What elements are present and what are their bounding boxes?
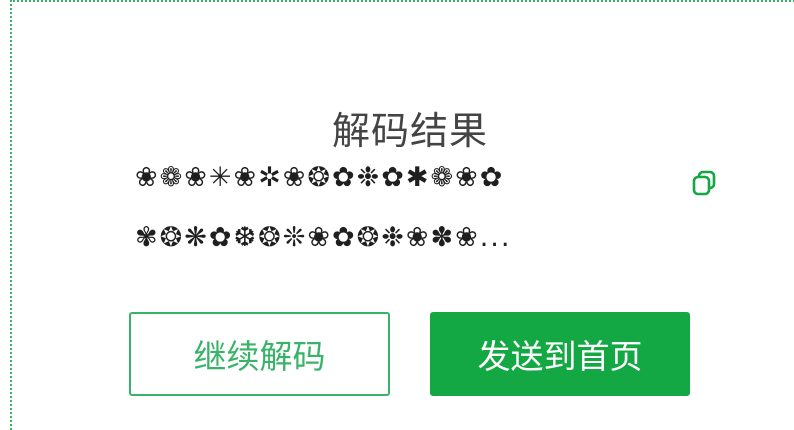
result-title: 解码结果	[331, 109, 488, 153]
continue-decode-button[interactable]: 继续解码	[129, 312, 390, 396]
decoded-result-line-2: ✾❂❋✿❆❂❊❀✿❂❉❀✽❀...	[135, 222, 512, 253]
copy-icon[interactable]	[690, 168, 720, 198]
send-to-home-button[interactable]: 发送到首页	[430, 312, 690, 396]
decoded-result-line-1: ❀❁❀✳❀✲❀❂✿❉✿✱❁❀✿	[135, 162, 505, 193]
